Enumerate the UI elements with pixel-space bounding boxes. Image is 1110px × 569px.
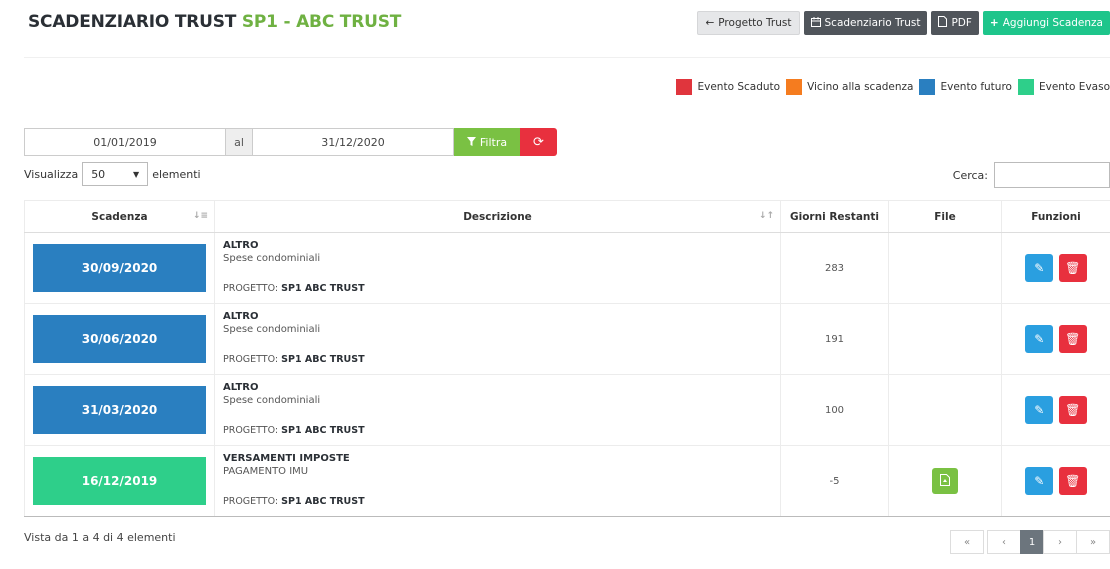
legend-item-futuro: Evento futuro bbox=[919, 79, 1012, 95]
page-title: SCADENZIARIO TRUST SP1 - ABC TRUST bbox=[28, 12, 401, 32]
column-header-giorni[interactable]: Giorni Restanti bbox=[780, 200, 889, 233]
calendar-icon bbox=[810, 16, 821, 30]
actions-cell: ✎ 🗑 bbox=[1001, 303, 1110, 375]
page-title-project: SP1 - ABC TRUST bbox=[241, 12, 402, 32]
days-remaining: 283 bbox=[780, 232, 889, 304]
deadline-date-badge: 16/12/2019 bbox=[33, 457, 206, 505]
legend-item-evaso: Evento Evaso bbox=[1017, 79, 1110, 95]
edit-button[interactable]: ✎ bbox=[1025, 396, 1054, 424]
delete-button[interactable]: 🗑 bbox=[1058, 254, 1087, 282]
arrow-left-icon: ← bbox=[705, 17, 715, 29]
deadline-date-badge: 31/03/2020 bbox=[33, 386, 206, 434]
date-from-input[interactable]: 01/01/2019 bbox=[24, 128, 226, 156]
legend-swatch bbox=[676, 79, 693, 95]
previous-page-button[interactable]: ‹ bbox=[987, 530, 1021, 554]
description-cell: ALTRO Spese condominiali PROGETTO: SP1 A… bbox=[223, 382, 365, 436]
pdf-icon bbox=[938, 16, 948, 30]
refresh-icon: ⟳ bbox=[533, 134, 544, 150]
trash-icon: 🗑 bbox=[1065, 474, 1081, 488]
next-page-button[interactable]: › bbox=[1043, 530, 1077, 554]
column-header-funzioni: Funzioni bbox=[1001, 200, 1110, 233]
pencil-icon: ✎ bbox=[1034, 261, 1045, 275]
sort-icon: ↓↑ bbox=[758, 211, 774, 221]
table-row: 31/03/2020 ALTRO Spese condominiali PROG… bbox=[24, 374, 1110, 446]
filter-button[interactable]: Filtra bbox=[454, 128, 520, 156]
legend-item-vicino: Vicino alla scadenza bbox=[786, 79, 913, 95]
search-input[interactable] bbox=[994, 162, 1110, 188]
page-length-select[interactable]: 50 ▼ bbox=[82, 162, 149, 186]
plus-icon: + bbox=[989, 17, 999, 29]
funnel-icon bbox=[466, 136, 476, 149]
table-header-row: Scadenza ↓≡ Descrizione ↓↑ Giorni Restan… bbox=[24, 200, 1110, 233]
aggiungi-scadenza-button[interactable]: + Aggiungi Scadenza bbox=[982, 11, 1110, 35]
date-range-separator: al bbox=[226, 128, 252, 156]
file-cell bbox=[888, 374, 1002, 446]
legend-swatch bbox=[919, 79, 936, 95]
days-remaining: 100 bbox=[780, 374, 889, 446]
page-title-main: SCADENZIARIO TRUST bbox=[28, 12, 237, 32]
deadline-date-badge: 30/06/2020 bbox=[33, 315, 206, 363]
trash-icon: 🗑 bbox=[1065, 332, 1081, 346]
search-label: Cerca: bbox=[952, 168, 988, 182]
last-page-button[interactable]: » bbox=[1076, 530, 1110, 554]
pencil-icon: ✎ bbox=[1034, 474, 1045, 488]
legend-swatch bbox=[1017, 79, 1034, 95]
pencil-icon: ✎ bbox=[1034, 332, 1045, 346]
pagination: « ‹ 1 › » bbox=[950, 530, 1110, 554]
scadenziario-trust-button[interactable]: Scadenziario Trust bbox=[803, 11, 928, 35]
actions-cell: ✎ 🗑 bbox=[1001, 374, 1110, 446]
deadline-date-badge: 30/09/2020 bbox=[33, 244, 206, 292]
sort-desc-icon: ↓≡ bbox=[192, 211, 208, 221]
header-divider bbox=[24, 57, 1110, 58]
table-info: Vista da 1 a 4 di 4 elementi bbox=[24, 531, 176, 544]
edit-button[interactable]: ✎ bbox=[1025, 254, 1054, 282]
file-cell bbox=[888, 232, 1002, 304]
pdf-button[interactable]: PDF bbox=[931, 11, 979, 35]
edit-button[interactable]: ✎ bbox=[1025, 467, 1054, 495]
file-cell bbox=[888, 303, 1002, 375]
trash-icon: 🗑 bbox=[1065, 403, 1081, 417]
reset-filter-button[interactable]: ⟳ bbox=[520, 128, 557, 156]
page-1-button[interactable]: 1 bbox=[1020, 530, 1044, 554]
column-header-file: File bbox=[888, 200, 1002, 233]
delete-button[interactable]: 🗑 bbox=[1058, 396, 1087, 424]
description-cell: ALTRO Spese condominiali PROGETTO: SP1 A… bbox=[223, 311, 365, 365]
download-file-button[interactable] bbox=[932, 468, 958, 494]
legend-item-scaduto: Evento Scaduto bbox=[676, 79, 780, 95]
file-cell bbox=[888, 445, 1002, 517]
edit-button[interactable]: ✎ bbox=[1025, 325, 1054, 353]
legend-swatch bbox=[786, 79, 803, 95]
delete-button[interactable]: 🗑 bbox=[1058, 325, 1087, 353]
days-remaining: 191 bbox=[780, 303, 889, 375]
column-header-descrizione[interactable]: Descrizione ↓↑ bbox=[214, 200, 781, 233]
first-page-button[interactable]: « bbox=[950, 530, 984, 554]
date-range-filter: 01/01/2019 al 31/12/2020 Filtra ⟳ bbox=[24, 128, 557, 156]
table-row: 30/06/2020 ALTRO Spese condominiali PROG… bbox=[24, 303, 1110, 375]
days-remaining: -5 bbox=[780, 445, 889, 517]
delete-button[interactable]: 🗑 bbox=[1058, 467, 1087, 495]
table-row: 30/09/2020 ALTRO Spese condominiali PROG… bbox=[24, 232, 1110, 304]
pencil-icon: ✎ bbox=[1034, 403, 1045, 417]
trash-icon: 🗑 bbox=[1065, 261, 1081, 275]
pdf-file-icon bbox=[940, 473, 950, 489]
status-legend: Evento Scaduto Vicino alla scadenza Even… bbox=[670, 77, 1110, 97]
description-cell: ALTRO Spese condominiali PROGETTO: SP1 A… bbox=[223, 240, 365, 294]
date-to-input[interactable]: 31/12/2020 bbox=[252, 128, 454, 156]
table-search: Cerca: bbox=[953, 162, 1110, 188]
page-length-control: Visualizza 50 ▼ elementi bbox=[24, 162, 201, 186]
description-cell: VERSAMENTI IMPOSTE PAGAMENTO IMU PROGETT… bbox=[223, 453, 365, 507]
header-toolbar: ← Progetto Trust Scadenziario Trust PDF … bbox=[697, 11, 1110, 35]
deadlines-table: Scadenza ↓≡ Descrizione ↓↑ Giorni Restan… bbox=[24, 200, 1110, 517]
caret-down-icon: ▼ bbox=[133, 169, 140, 179]
actions-cell: ✎ 🗑 bbox=[1001, 232, 1110, 304]
column-header-scadenza[interactable]: Scadenza ↓≡ bbox=[24, 200, 215, 233]
table-row: 16/12/2019 VERSAMENTI IMPOSTE PAGAMENTO … bbox=[24, 445, 1110, 517]
actions-cell: ✎ 🗑 bbox=[1001, 445, 1110, 517]
progetto-trust-button[interactable]: ← Progetto Trust bbox=[697, 11, 800, 35]
